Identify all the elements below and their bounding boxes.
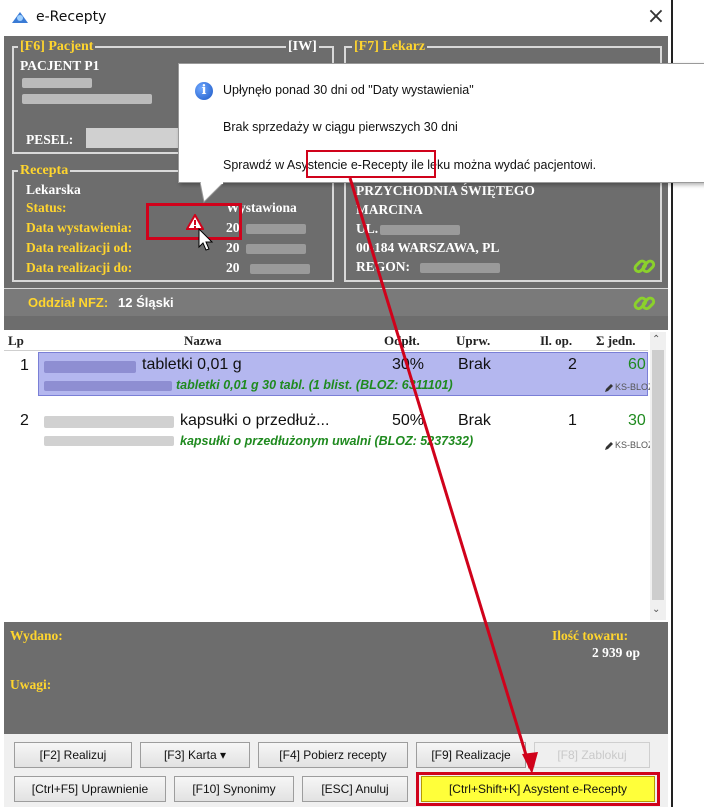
annotation-arrow (348, 177, 538, 774)
